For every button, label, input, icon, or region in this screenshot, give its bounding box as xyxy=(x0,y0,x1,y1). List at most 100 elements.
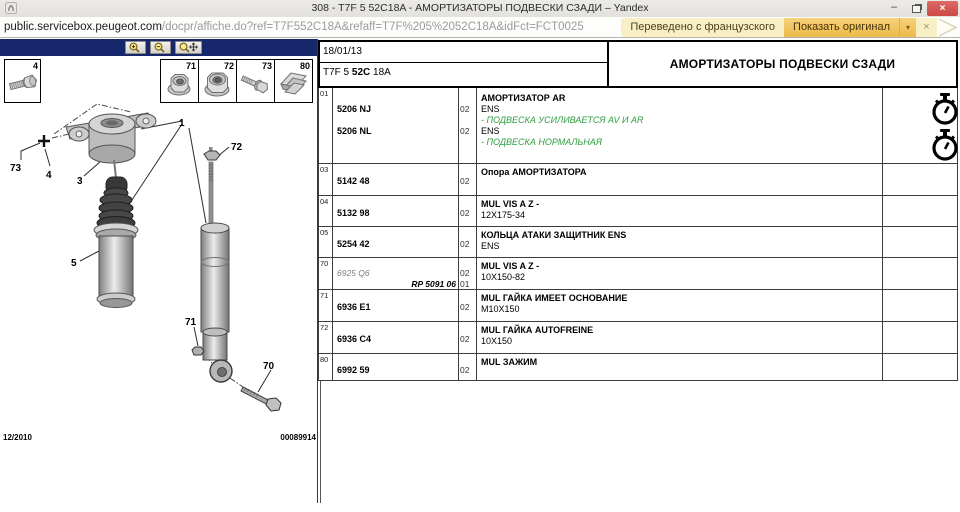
row-number: 71 xyxy=(320,291,328,300)
part-desc-sub: ENS xyxy=(481,126,500,136)
part-desc-sub: M10X150 xyxy=(481,304,520,314)
ref-bold: 52C xyxy=(352,67,370,78)
show-original-button[interactable]: Показать оригинал xyxy=(784,18,899,37)
diagram-date: 12/2010 xyxy=(3,433,32,442)
address-bar: public.servicebox.peugeot.com/docpr/affi… xyxy=(0,17,960,38)
part-desc-note: - ПОДВЕСКА НОРМАЛЬНАЯ xyxy=(481,137,602,147)
row-number: 01 xyxy=(320,89,328,98)
part-desc-title: MUL ГАЙКА AUTOFREINE xyxy=(481,325,593,335)
labor-time-icon[interactable] xyxy=(928,92,960,126)
translate-status-label: Переведено с французского xyxy=(621,18,784,37)
callout-1: 1 xyxy=(179,118,185,129)
part-qty: 02 xyxy=(460,208,469,218)
part-desc-title: Опора АМОРТИЗАТОРА xyxy=(481,167,586,177)
part-qty: 02 xyxy=(460,334,469,344)
row-number: 03 xyxy=(320,165,328,174)
part-desc-title: MUL ГАЙКА ИМЕЕТ ОСНОВАНИЕ xyxy=(481,293,627,303)
translate-options-caret[interactable]: ▾ xyxy=(899,18,916,37)
part-qty: 02 xyxy=(460,104,469,114)
header-ref-block: 18/01/13 T7F 5 52C 18A xyxy=(320,42,609,86)
title-bar: 308 - T7F 5 52C18A - АМОРТИЗАТОРЫ ПОДВЕС… xyxy=(0,0,960,17)
part-qty: 02 xyxy=(460,302,469,312)
part-row-01: 01 5206 NJ 02 5206 NL 02 АМОРТИЗАТОР AR … xyxy=(319,88,957,164)
part-qty: 02 xyxy=(460,126,469,136)
part-qty: 02 xyxy=(460,268,469,278)
part-desc-sub: 12X175-34 xyxy=(481,210,525,220)
restore-button[interactable] xyxy=(905,1,927,16)
callout-73: 73 xyxy=(10,163,22,174)
document-header: 18/01/13 T7F 5 52C 18A АМОРТИЗАТОРЫ ПОДВ… xyxy=(318,40,958,88)
part-ref[interactable]: 5254 42 xyxy=(337,239,370,249)
part-ref[interactable]: 5132 98 xyxy=(337,208,370,218)
ref-prefix: T7F 5 xyxy=(323,67,352,78)
table-left-border-extension xyxy=(320,381,321,503)
part-ref[interactable]: 5206 NJ xyxy=(337,104,371,114)
part-desc-sub: 10X150 xyxy=(481,336,512,346)
callout-72: 72 xyxy=(231,142,243,153)
part-row-80: 80 6992 59 02 MUL ЗАЖИМ xyxy=(319,354,957,381)
url-host: public.servicebox.peugeot.com xyxy=(4,21,162,33)
part-row-04: 04 5132 98 02 MUL VIS A Z - 12X175-34 xyxy=(319,196,957,227)
part-row-71: 71 6936 E1 02 MUL ГАЙКА ИМЕЕТ ОСНОВАНИЕ … xyxy=(319,290,957,322)
banner-arrow-tip-icon xyxy=(937,18,959,37)
document-title: АМОРТИЗАТОРЫ ПОДВЕСКИ СЗАДИ xyxy=(609,42,956,86)
part-ref[interactable]: 5206 NL xyxy=(337,126,372,136)
part-desc-title: КОЛЬЦА АТАКИ ЗАЩИТНИК ENS xyxy=(481,230,626,240)
url-path: /docpr/affiche.do?ref=T7F552C18A&refaff=… xyxy=(162,21,584,33)
callout-70: 70 xyxy=(263,361,275,372)
part-ref[interactable]: 6936 E1 xyxy=(337,302,371,312)
zoom-pan-button[interactable] xyxy=(175,41,202,54)
row-number: 04 xyxy=(320,197,328,206)
browser-window: { "window": { "title": "308 - T7F 5 52C1… xyxy=(0,0,960,512)
part-row-72: 72 6936 C4 02 MUL ГАЙКА AUTOFREINE 10X15… xyxy=(319,322,957,354)
part-ref[interactable]: 5142 48 xyxy=(337,176,370,186)
part-ref[interactable]: 6936 C4 xyxy=(337,334,371,344)
part-ref-superseded[interactable]: 6925 Q6 xyxy=(337,268,370,278)
part-desc-title: MUL VIS A Z - xyxy=(481,261,539,271)
part-row-03: 03 5142 48 02 Опора АМОРТИЗАТОРА xyxy=(319,164,957,196)
parts-table: 01 5206 NJ 02 5206 NL 02 АМОРТИЗАТОР AR … xyxy=(318,88,958,381)
magnifier-plus-icon xyxy=(128,42,143,53)
replacement-ref[interactable]: RP 5091 06 xyxy=(339,279,456,289)
minimize-button[interactable]: – xyxy=(883,1,905,16)
row-number: 05 xyxy=(320,228,328,237)
part-qty: 02 xyxy=(460,239,469,249)
part-row-70: 70 6925 Q6 02 RP 5091 06 01 MUL VIS A Z … xyxy=(319,258,957,290)
close-button[interactable]: × xyxy=(927,1,958,16)
magnifier-minus-icon xyxy=(153,42,168,53)
zoom-out-button[interactable] xyxy=(150,41,171,54)
url-field[interactable]: public.servicebox.peugeot.com/docpr/affi… xyxy=(4,17,584,37)
replacement-qty: 01 xyxy=(460,279,469,289)
ref-suffix: 18A xyxy=(370,67,391,78)
part-qty: 02 xyxy=(460,365,469,375)
callout-5: 5 xyxy=(71,258,77,269)
document-date: 18/01/13 xyxy=(320,42,607,63)
exploded-view-diagram: 1 72 73 4 3 5 71 70 xyxy=(0,56,317,446)
part-desc-title: MUL ЗАЖИМ xyxy=(481,357,537,367)
part-desc-sub: ENS xyxy=(481,241,500,251)
part-desc-note: - ПОДВЕСКА УСИЛИВАЕТСЯ AV И AR xyxy=(481,115,643,125)
part-qty: 02 xyxy=(460,176,469,186)
row-number: 72 xyxy=(320,323,328,332)
row-number: 70 xyxy=(320,259,328,268)
magnifier-pan-icon xyxy=(178,42,199,53)
translate-banner: Переведено с французского Показать ориги… xyxy=(621,18,959,37)
restore-icon xyxy=(912,5,921,13)
translate-close-button[interactable]: × xyxy=(916,18,937,37)
part-row-05: 05 5254 42 02 КОЛЬЦА АТАКИ ЗАЩИТНИК ENS … xyxy=(319,227,957,258)
row-number: 80 xyxy=(320,355,328,364)
part-desc-sub: 10X150-82 xyxy=(481,272,525,282)
document-ref: T7F 5 52C 18A xyxy=(320,63,607,86)
part-ref[interactable]: 6992 59 xyxy=(337,365,370,375)
part-desc-title: MUL VIS A Z - xyxy=(481,199,539,209)
labor-time-icon[interactable] xyxy=(928,128,960,162)
window-title: 308 - T7F 5 52C18A - АМОРТИЗАТОРЫ ПОДВЕС… xyxy=(0,0,960,17)
callout-4: 4 xyxy=(46,170,52,181)
diagram-number: 00089914 xyxy=(240,433,316,442)
zoom-in-button[interactable] xyxy=(125,41,146,54)
diagram-zoom-toolbar xyxy=(0,39,317,56)
callout-71: 71 xyxy=(185,317,197,328)
window-controls: – × xyxy=(883,0,958,17)
page-content: 4 71 72 73 xyxy=(0,39,960,512)
part-desc-sub: ENS xyxy=(481,104,500,114)
